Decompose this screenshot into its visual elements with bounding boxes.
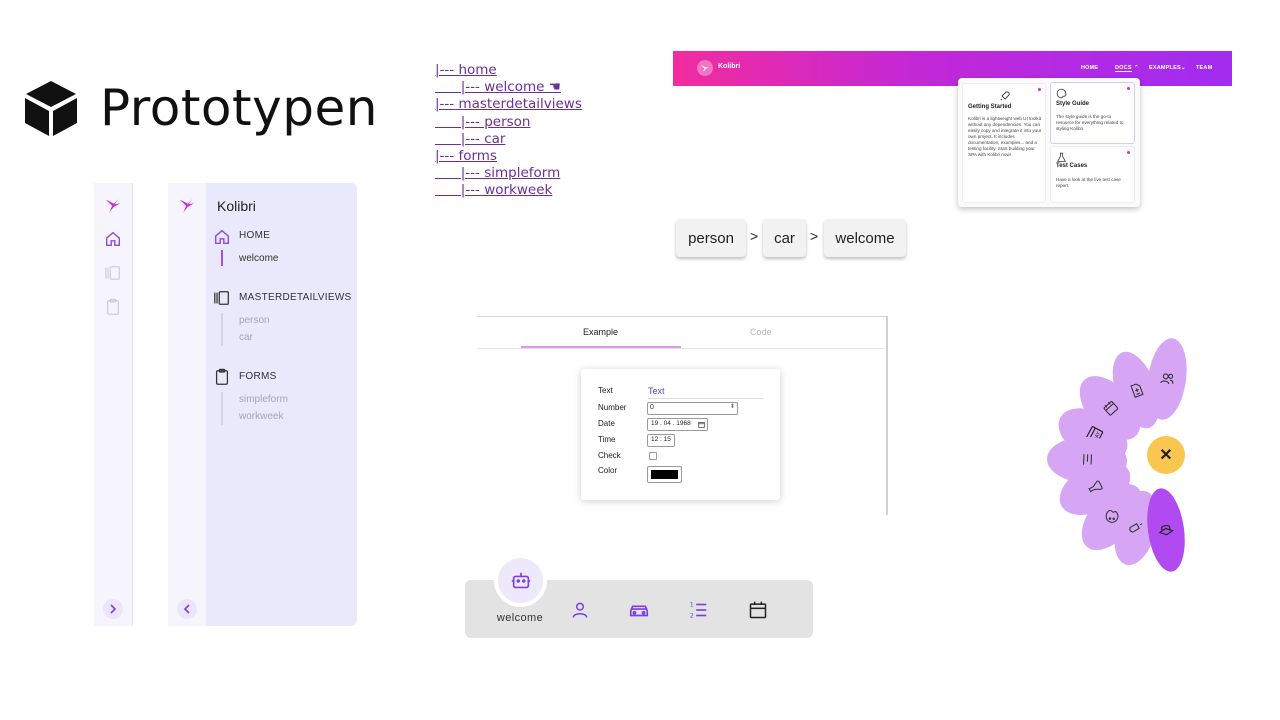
tab-example[interactable]: Example [583,327,618,337]
chevron-down-icon: ⌄ [1181,65,1186,71]
tree-link-masterdetailviews[interactable]: |--- masterdetailviews [435,96,582,113]
header-brand: Kolibri [718,63,741,70]
form-example-panel: Example Code Text Text Number 0 ⬍ Date 1… [477,316,888,515]
sidebar-group-masterdetailviews[interactable]: MASTERDETAILVIEWS [239,292,352,303]
card-getting-started[interactable]: Getting Started Kolibri is a lightweight… [962,83,1046,203]
sidebar-app-name: Kolibri [217,198,256,214]
kolibri-logo-icon [701,65,709,72]
breadcrumb-person[interactable]: person [676,219,746,257]
kolibri-logo-icon [105,198,121,213]
number-input[interactable]: 0 ⬍ [647,402,738,415]
bottom-nav-label: welcome [496,612,544,624]
palette-icon [1056,88,1067,99]
expand-sidebar-button[interactable] [103,599,123,619]
date-input[interactable]: 19 . 04 . 1968 [647,418,708,431]
tree-link-person[interactable]: |--- person [435,114,582,131]
color-swatch [651,470,678,479]
active-indicator [221,250,223,266]
sidebar-group-forms[interactable]: FORMS [239,371,277,382]
home-icon[interactable] [104,230,122,248]
nav-team[interactable]: TEAM [1196,65,1212,71]
clipboard-icon[interactable] [104,298,122,316]
clipboard-icon [215,368,229,385]
calendar-icon [749,601,767,619]
collapse-sidebar-button[interactable] [177,599,197,619]
tree-line [221,392,223,425]
divider [477,348,884,349]
flower-menu: DAY ✕ [1040,330,1240,580]
users-icon [1160,373,1174,385]
chevron-right-icon [110,604,117,614]
bottom-navigation: welcome 12 [465,554,813,638]
indicator-dot [1127,87,1130,90]
svg-text:2: 2 [690,611,694,619]
car-icon [629,605,649,617]
breadcrumb-separator: > [750,228,759,244]
tree-navigation: |--- home |--- welcome ☚ |--- masterdeta… [435,62,582,200]
form-card: Text Text Number 0 ⬍ Date 19 . 04 . 1968… [581,369,780,500]
flask-icon [1056,152,1067,162]
graduation-cap-icon [1158,524,1174,536]
indicator-dot [1038,88,1041,91]
indicator-dot [1127,151,1130,154]
page-title: Prototypen [100,79,378,137]
check-checkbox[interactable] [649,452,657,460]
header-logo [697,60,713,76]
time-input[interactable]: 12 : 15 [647,434,675,447]
tree-link-forms[interactable]: |--- forms [435,148,582,165]
tree-link-simpleform[interactable]: |--- simpleform [435,165,582,182]
sidebar-expanded: Kolibri HOME welcome MASTERDETAILVIEWS p… [168,183,357,626]
text-underline [648,398,764,399]
petal-graduation[interactable] [1142,485,1190,575]
tree-line [221,313,223,346]
sidebar-group-home[interactable]: HOME [239,230,270,241]
docs-dropdown: Getting Started Kolibri is a lightweight… [958,78,1140,207]
tab-code[interactable]: Code [750,327,772,337]
bottom-nav-car[interactable] [627,598,651,622]
sidebar-item-car[interactable]: car [239,332,253,343]
breadcrumb-car[interactable]: car [763,219,806,257]
chevron-down-icon: ⌃ [1134,65,1139,71]
nav-docs[interactable]: DOCS [1115,65,1132,72]
page-title-group: Prototypen [24,78,378,138]
nav-examples[interactable]: EXAMPLES [1149,65,1181,71]
bottom-nav-person[interactable] [568,598,592,622]
tree-link-home[interactable]: |--- home [435,62,582,79]
home-icon [214,229,230,245]
sidebar-item-person[interactable]: person [239,315,270,326]
sidebar-item-welcome[interactable]: welcome [239,253,278,264]
close-button[interactable]: ✕ [1147,436,1185,474]
tree-link-welcome[interactable]: |--- welcome ☚ [435,79,582,96]
sidebar-collapsed [94,183,133,626]
card-style-guide[interactable]: Style Guide The style guide is the go-to… [1050,82,1135,144]
sidebar-item-workweek[interactable]: workweek [239,411,283,422]
calendar-icon[interactable] [698,421,705,428]
card-test-cases[interactable]: Test Cases Have a look at the live test … [1050,146,1135,203]
kolibri-logo-icon [179,198,195,213]
bottom-nav-active-item[interactable] [494,554,547,607]
rocket-icon [1129,523,1143,534]
breadcrumb-welcome[interactable]: welcome [824,219,906,257]
cube-icon [25,81,77,136]
nav-home[interactable]: HOME [1081,65,1098,71]
sidebar-rail [168,183,206,626]
text-field[interactable]: Text [648,386,665,396]
chevron-left-icon [183,604,190,614]
tree-link-workweek[interactable]: |--- workweek [435,182,582,199]
stepper-icon[interactable]: ⬍ [730,403,735,410]
masterdetail-icon [214,291,229,305]
bottom-nav-list[interactable]: 12 [686,598,710,622]
tree-link-car[interactable]: |--- car [435,131,582,148]
breadcrumb-separator: > [810,228,819,244]
header-bar: Kolibri HOME DOCS ⌃ EXAMPLES ⌄ TEAM [673,51,1232,86]
rocket-icon [1000,91,1010,101]
color-picker[interactable] [647,466,682,483]
sidebar-item-simpleform[interactable]: simpleform [239,394,288,405]
numbered-list-icon: 12 [690,600,707,619]
svg-text:1: 1 [690,600,694,608]
bottom-nav-calendar[interactable] [746,598,770,622]
masterdetail-icon[interactable] [104,264,122,282]
robot-icon [511,572,530,588]
person-icon [572,602,588,618]
